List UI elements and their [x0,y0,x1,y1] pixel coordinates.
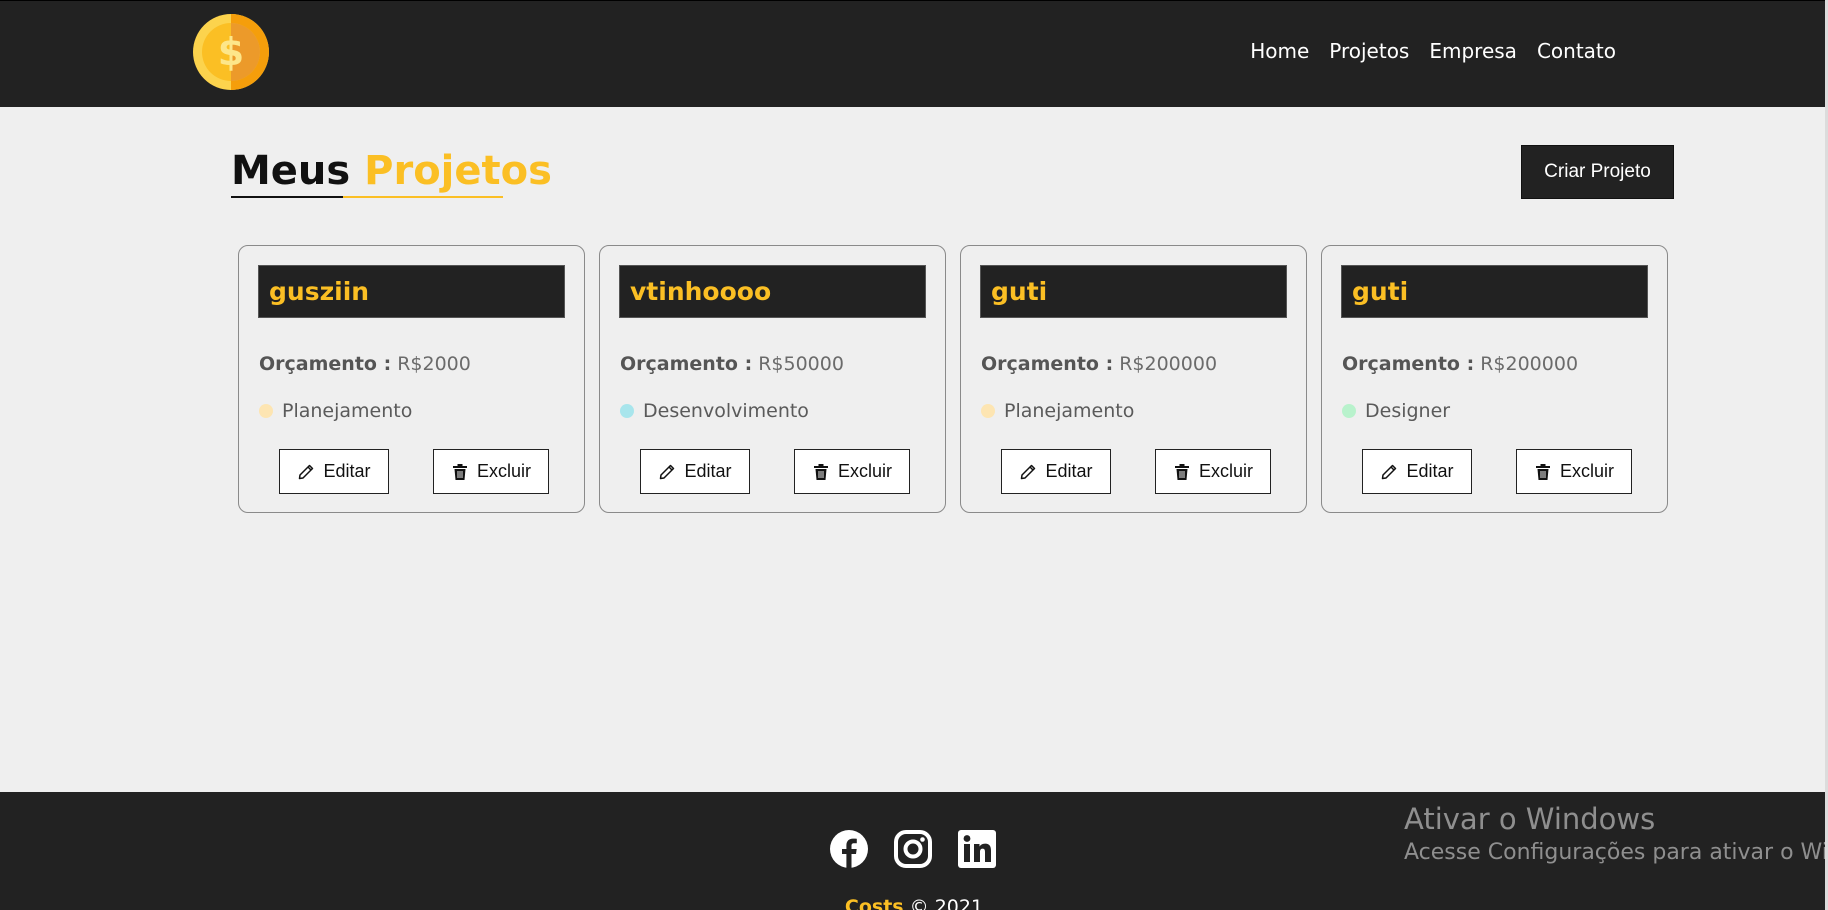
budget-value: R$50000 [758,353,844,375]
nav-link-projetos[interactable]: Projetos [1329,39,1409,63]
category-dot [620,404,634,418]
project-budget: Orçamento : R$2000 [259,353,471,375]
edit-label: Editar [1045,461,1093,481]
budget-label: Orçamento : [1342,353,1475,375]
edit-button[interactable]: Editar [1001,449,1111,494]
category-label: Designer [1365,400,1451,422]
brand-name: Costs [844,896,904,910]
delete-button[interactable]: Excluir [433,449,549,494]
trash-icon [452,463,467,480]
copyright: Costs © 2021 [0,896,1828,910]
trash-icon [1174,463,1189,480]
category-label: Planejamento [1004,400,1135,422]
project-name: vtinhoooo [619,265,926,318]
budget-label: Orçamento : [259,353,392,375]
project-card: gusziin Orçamento : R$2000 Planejamento … [238,245,585,513]
budget-value: R$200000 [1480,353,1579,375]
project-name: guti [980,265,1287,318]
edit-label: Editar [684,461,732,481]
facebook-icon[interactable] [829,829,869,869]
pencil-icon [1382,464,1397,479]
instagram-icon[interactable] [893,829,933,869]
category-label: Desenvolvimento [643,400,809,422]
nav-link-home[interactable]: Home [1250,39,1309,63]
project-name: gusziin [258,265,565,318]
trash-icon [1535,463,1550,480]
page-title: Meus Projetos [231,148,552,194]
pencil-icon [299,464,314,479]
page-title-part2: Projetos [364,148,552,194]
category-dot [1342,404,1356,418]
delete-label: Excluir [1198,461,1253,481]
delete-label: Excluir [476,461,531,481]
project-category: Planejamento [981,400,1134,422]
project-name: guti [1341,265,1648,318]
delete-button[interactable]: Excluir [1516,449,1632,494]
project-card: guti Orçamento : R$200000 Planejamento E… [960,245,1307,513]
page-title-part1: Meus [231,148,351,194]
pencil-icon [660,464,675,479]
edit-label: Editar [1406,461,1454,481]
category-dot [259,404,273,418]
edit-label: Editar [323,461,371,481]
project-card: guti Orçamento : R$200000 Designer Edita… [1321,245,1668,513]
edit-button[interactable]: Editar [640,449,750,494]
windows-activation-watermark: Ativar o Windows Acesse Configurações pa… [1404,802,1828,865]
budget-label: Orçamento : [981,353,1114,375]
delete-button[interactable]: Excluir [794,449,910,494]
dollar-coin-icon[interactable]: $ [192,13,270,91]
project-budget: Orçamento : R$200000 [981,353,1217,375]
social-links [829,829,997,869]
delete-label: Excluir [837,461,892,481]
project-category: Designer [1342,400,1450,422]
project-budget: Orçamento : R$200000 [1342,353,1578,375]
budget-value: R$2000 [397,353,471,375]
svg-text:$: $ [218,30,244,74]
title-underline-accent [343,196,503,198]
category-label: Planejamento [282,400,413,422]
nav-link-empresa[interactable]: Empresa [1429,39,1517,63]
copyright-year: © 2021 [909,896,984,910]
project-category: Desenvolvimento [620,400,809,422]
category-dot [981,404,995,418]
project-budget: Orçamento : R$50000 [620,353,844,375]
edit-button[interactable]: Editar [1362,449,1472,494]
watermark-title: Ativar o Windows [1404,802,1656,836]
watermark-subtitle: Acesse Configurações para ativar o Windo… [1404,840,1828,865]
navbar: $ Home Projetos Empresa Contato [0,0,1828,107]
linkedin-icon[interactable] [957,829,997,869]
nav-links: Home Projetos Empresa Contato [1250,39,1616,63]
edit-button[interactable]: Editar [279,449,389,494]
nav-link-contato[interactable]: Contato [1537,39,1616,63]
delete-label: Excluir [1559,461,1614,481]
trash-icon [813,463,828,480]
pencil-icon [1021,464,1036,479]
page: $ Home Projetos Empresa Contato Meus Pro… [0,0,1828,910]
budget-label: Orçamento : [620,353,753,375]
project-card: vtinhoooo Orçamento : R$50000 Desenvolvi… [599,245,946,513]
delete-button[interactable]: Excluir [1155,449,1271,494]
budget-value: R$200000 [1119,353,1218,375]
create-project-button[interactable]: Criar Projeto [1521,145,1674,199]
title-underline [231,196,343,198]
project-category: Planejamento [259,400,412,422]
